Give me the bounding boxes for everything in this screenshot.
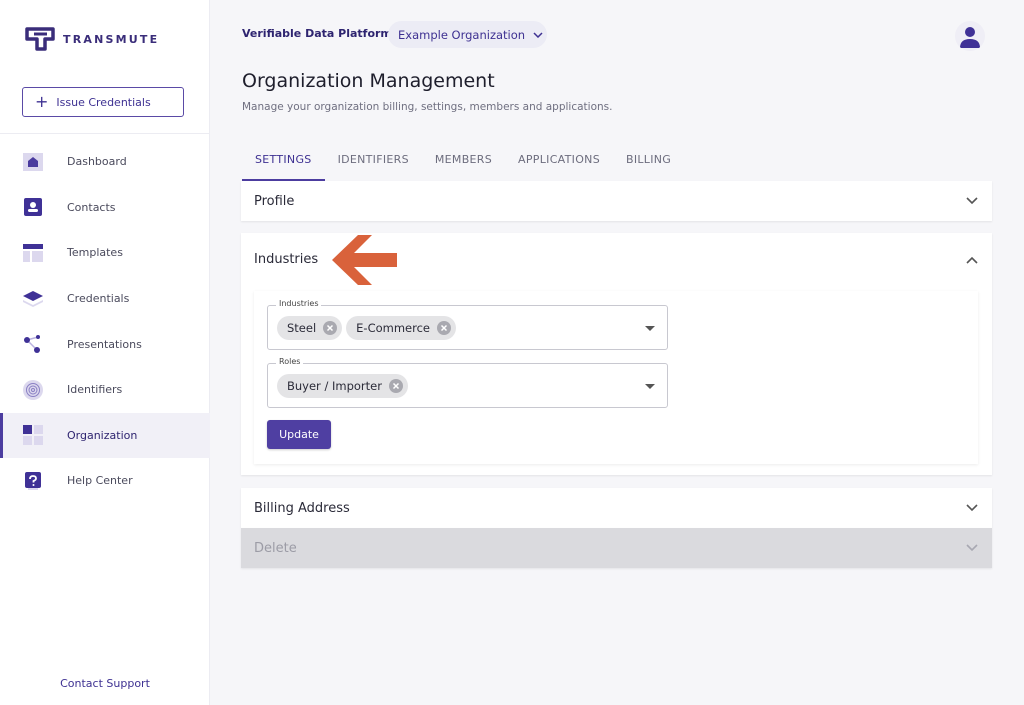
- sidebar-item-identifiers[interactable]: Identifiers: [0, 367, 210, 413]
- chip-remove-icon[interactable]: [323, 321, 338, 335]
- chip-e-commerce: E-Commerce: [346, 316, 456, 340]
- sidebar-item-presentations[interactable]: Presentations: [0, 321, 210, 367]
- industries-chips: Steel E-Commerce: [277, 316, 460, 340]
- sidebar-nav: Dashboard Contacts Templates Credentials…: [0, 139, 210, 504]
- roles-field-label: Roles: [276, 357, 304, 366]
- platform-name: Verifiable Data Platform: [242, 27, 392, 40]
- chip-remove-icon[interactable]: [437, 321, 451, 335]
- sidebar-item-help-center[interactable]: Help Center: [0, 458, 210, 504]
- industries-panel-title: Industries: [254, 252, 319, 267]
- delete-panel-header: Delete: [241, 528, 992, 568]
- organization-select-value: Example Organization: [398, 27, 526, 42]
- issue-credentials-label: Issue Credentials: [56, 95, 151, 109]
- sidebar-item-dashboard[interactable]: Dashboard: [0, 139, 210, 185]
- credentials-layers-icon: [22, 288, 44, 310]
- logo-text: TRANSMUTE: [63, 32, 160, 46]
- billing-address-panel-header[interactable]: Billing Address: [241, 488, 992, 528]
- chip-label: E-Commerce: [356, 321, 430, 335]
- contact-support-link[interactable]: Contact Support: [0, 677, 210, 690]
- delete-panel-title: Delete: [254, 540, 297, 556]
- sidebar: TRANSMUTE + Issue Credentials Dashboard …: [0, 0, 210, 705]
- sidebar-item-contacts[interactable]: Contacts: [0, 185, 210, 231]
- annotation-arrow-icon: [332, 235, 397, 285]
- chevron-down-icon: [966, 504, 978, 512]
- sidebar-item-label: Templates: [67, 246, 123, 260]
- chip-remove-icon[interactable]: [388, 379, 403, 393]
- sidebar-item-label: Dashboard: [67, 155, 127, 169]
- profile-panel: Profile: [241, 181, 992, 221]
- sidebar-item-templates[interactable]: Templates: [0, 230, 210, 276]
- roles-select[interactable]: Roles Buyer / Importer: [267, 357, 668, 408]
- roles-chips: Buyer / Importer: [277, 374, 412, 398]
- user-avatar-icon: [960, 27, 980, 48]
- sidebar-item-credentials[interactable]: Credentials: [0, 276, 210, 322]
- profile-panel-header[interactable]: Profile: [241, 181, 992, 221]
- sidebar-divider: [0, 133, 210, 134]
- user-avatar[interactable]: [955, 21, 985, 51]
- sidebar-item-label: Identifiers: [67, 383, 123, 397]
- help-icon: [22, 470, 44, 492]
- sidebar-item-label: Credentials: [67, 292, 130, 306]
- chevron-down-icon: [533, 31, 543, 38]
- chip-steel: Steel: [277, 316, 343, 340]
- page-subtitle: Manage your organization billing, settin…: [242, 101, 613, 113]
- chip-label: Steel: [287, 321, 317, 335]
- billing-address-panel-title: Billing Address: [254, 500, 350, 516]
- industries-form: Industries Steel E-Commerce Roles Buyer …: [254, 291, 978, 464]
- issue-credentials-button[interactable]: + Issue Credentials: [22, 87, 184, 117]
- dropdown-caret-icon[interactable]: [645, 326, 655, 331]
- plus-icon: +: [35, 92, 49, 111]
- sidebar-item-label: Contacts: [67, 200, 116, 214]
- template-icon: [22, 242, 44, 264]
- home-icon: [22, 151, 44, 173]
- industries-select[interactable]: Industries Steel E-Commerce: [267, 299, 668, 350]
- fingerprint-icon: [22, 379, 44, 401]
- update-button[interactable]: Update: [267, 420, 331, 449]
- tab-applications[interactable]: APPLICATIONS: [505, 145, 613, 181]
- tab-identifiers[interactable]: IDENTIFIERS: [325, 145, 422, 181]
- transmute-logo-icon: [25, 27, 55, 51]
- chevron-down-icon: [966, 544, 978, 552]
- sidebar-item-label: Help Center: [67, 474, 133, 488]
- transmute-logo[interactable]: TRANSMUTE: [25, 27, 159, 51]
- organization-grid-icon: [22, 424, 44, 446]
- billing-address-panel: Billing Address: [241, 488, 992, 528]
- tabs: SETTINGS IDENTIFIERS MEMBERS APPLICATION…: [242, 145, 684, 181]
- organization-select[interactable]: Example Organization: [388, 21, 547, 48]
- profile-panel-title: Profile: [254, 193, 295, 209]
- tab-members[interactable]: MEMBERS: [422, 145, 505, 181]
- tab-settings[interactable]: SETTINGS: [242, 145, 325, 181]
- chip-buyer-importer: Buyer / Importer: [277, 374, 408, 398]
- contact-card-icon: [22, 196, 44, 218]
- tab-billing[interactable]: BILLING: [613, 145, 684, 181]
- delete-panel: Delete: [241, 528, 992, 568]
- sidebar-item-label: Presentations: [67, 337, 142, 351]
- sidebar-item-label: Organization: [67, 428, 138, 442]
- page-title: Organization Management: [242, 70, 495, 92]
- chevron-up-icon: [966, 256, 978, 264]
- chevron-down-icon: [966, 197, 978, 205]
- dropdown-caret-icon[interactable]: [645, 384, 655, 389]
- chip-label: Buyer / Importer: [287, 379, 382, 393]
- sidebar-item-organization[interactable]: Organization: [0, 412, 210, 459]
- presentations-network-icon: [22, 333, 44, 355]
- industries-field-label: Industries: [276, 299, 322, 308]
